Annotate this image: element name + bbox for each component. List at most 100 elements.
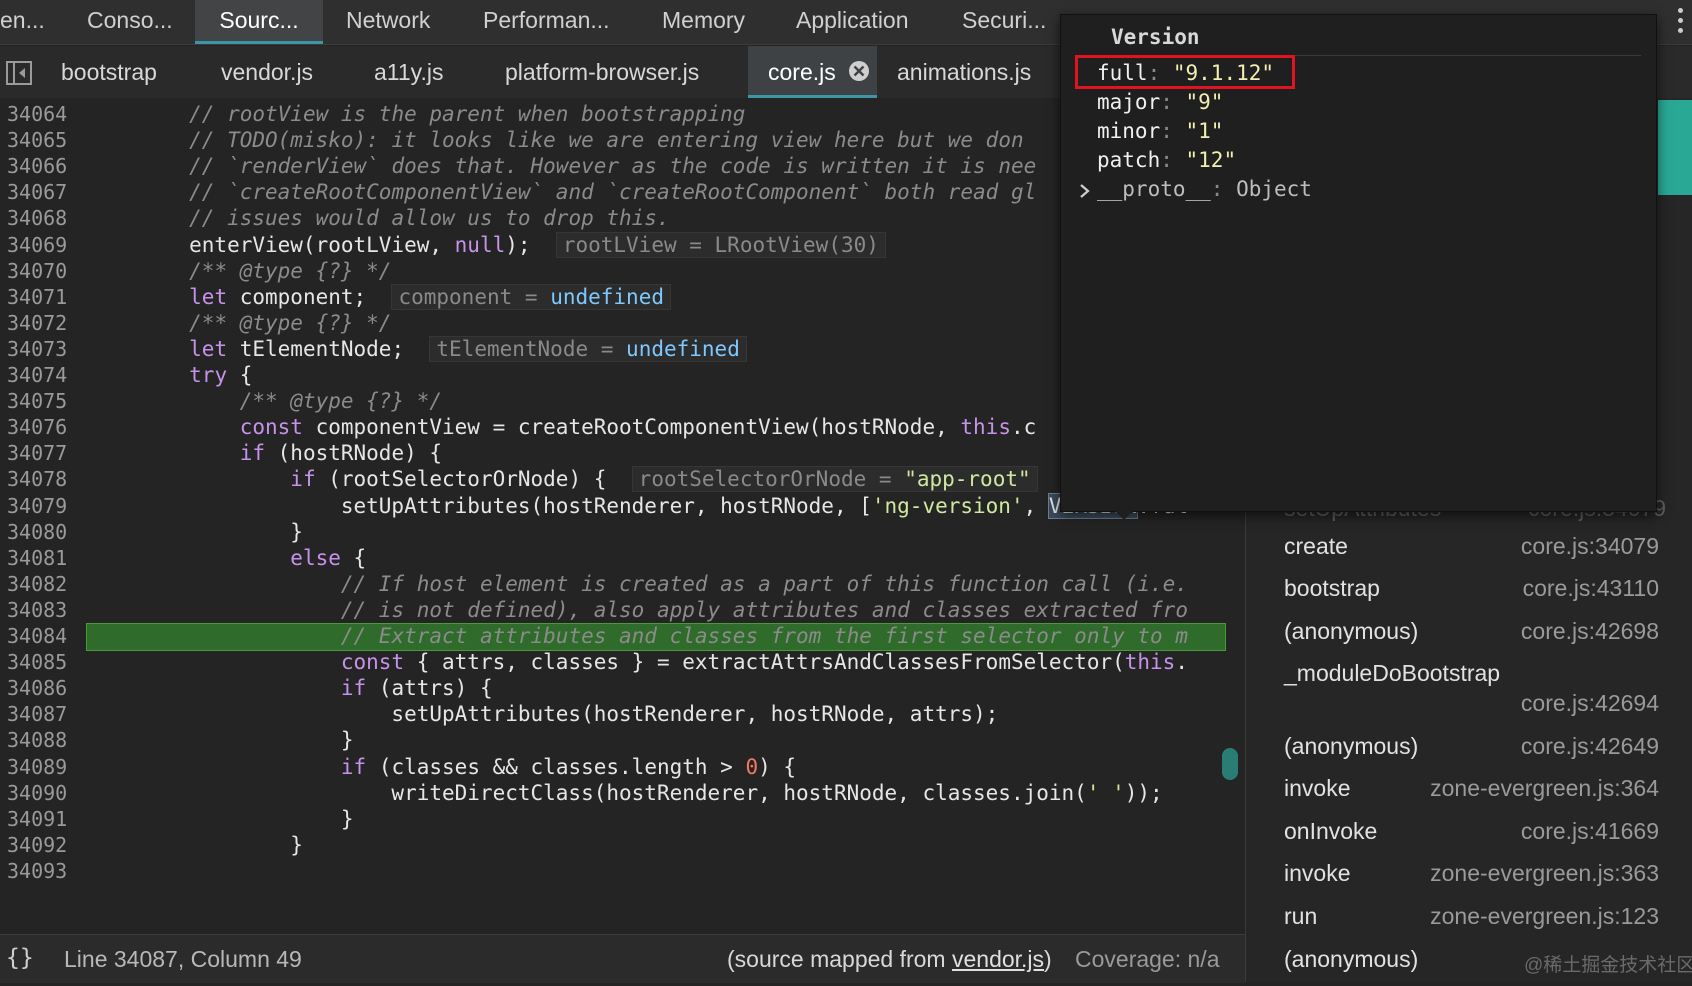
call-frame[interactable]: (anonymous) core.js:42698 [1284, 618, 1659, 658]
call-frame[interactable]: invoke zone-evergreen.js:363 [1284, 860, 1659, 900]
line-number[interactable]: 34090 [7, 779, 77, 807]
code-line[interactable]: 34083 // is not defined), also apply att… [0, 596, 1245, 624]
code-line[interactable]: 34064 // rootView is the parent when boo… [0, 100, 1245, 128]
line-number[interactable]: 34078 [7, 465, 77, 493]
call-frame-location[interactable]: zone-evergreen.js:123 [1430, 903, 1659, 930]
line-number[interactable]: 34082 [7, 570, 77, 598]
call-frame[interactable]: _moduleDoBootstrap core.js:42694 [1284, 660, 1659, 716]
code-editor[interactable]: 34064 // rootView is the parent when boo… [0, 98, 1245, 933]
file-tab-bootstrap[interactable]: bootstrap [61, 46, 157, 98]
line-number[interactable]: 34081 [7, 544, 77, 572]
tab-memory[interactable]: Memory [662, 0, 745, 44]
line-number[interactable]: 34091 [7, 805, 77, 833]
call-frame-location[interactable]: core.js:43110 [1523, 575, 1659, 602]
line-number[interactable]: 34077 [7, 439, 77, 467]
call-frame-location[interactable]: core.js:42694 [1521, 690, 1659, 717]
code-line[interactable]: 34082 // If host element is created as a… [0, 570, 1245, 598]
prop-proto[interactable]: __proto__: Object [1097, 177, 1312, 201]
tab-security[interactable]: Securi... [962, 0, 1046, 44]
code-line[interactable]: 34072 /** @type {?} */ [0, 309, 1245, 337]
file-tab-platform-browser[interactable]: platform-browser.js [505, 46, 699, 98]
code-line[interactable]: 34092 } [0, 831, 1245, 859]
pretty-print-button[interactable]: {} [6, 945, 34, 971]
tab-application[interactable]: Application [796, 0, 909, 44]
code-line[interactable]: 34068 // issues would allow us to drop t… [0, 204, 1245, 232]
code-line[interactable]: 34080 } [0, 518, 1245, 546]
line-number[interactable]: 34067 [7, 178, 77, 206]
code-line[interactable]: 34078 if (rootSelectorOrNode) { rootSele… [0, 465, 1245, 493]
line-number[interactable]: 34071 [7, 283, 77, 311]
call-frame[interactable]: create core.js:34079 [1284, 533, 1659, 573]
line-number[interactable]: 34076 [7, 413, 77, 441]
sidebar-scrollbar[interactable] [1658, 100, 1692, 195]
call-frame-location[interactable]: core.js:41669 [1521, 818, 1659, 845]
code-line[interactable]: 34088 } [0, 726, 1245, 754]
line-number[interactable]: 34075 [7, 387, 77, 415]
call-frame[interactable]: onInvoke core.js:41669 [1284, 818, 1659, 858]
tab-sources[interactable]: Sourc... [195, 0, 323, 44]
code-line[interactable]: 34067 // `createRootComponentView` and `… [0, 178, 1245, 206]
call-frame[interactable]: run zone-evergreen.js:123 [1284, 903, 1659, 943]
line-number[interactable]: 34087 [7, 700, 77, 728]
line-number[interactable]: 34065 [7, 126, 77, 154]
code-line[interactable]: 34066 // `renderView` does that. However… [0, 152, 1245, 180]
line-number[interactable]: 34068 [7, 204, 77, 232]
file-tab-animations[interactable]: animations.js [897, 46, 1031, 98]
call-frame[interactable]: bootstrap core.js:43110 [1284, 575, 1659, 615]
call-frame[interactable]: invoke zone-evergreen.js:364 [1284, 775, 1659, 815]
line-number[interactable]: 34085 [7, 648, 77, 676]
line-number[interactable]: 34074 [7, 361, 77, 389]
expand-chevron-icon[interactable] [1078, 183, 1092, 199]
line-number[interactable]: 34089 [7, 753, 77, 781]
more-options-icon[interactable] [1678, 8, 1684, 38]
code-line[interactable]: 34074 try { [0, 361, 1245, 389]
code-line[interactable]: 34093 [0, 857, 1245, 885]
line-number[interactable]: 34073 [7, 335, 77, 363]
tab-console[interactable]: Conso... [87, 0, 173, 44]
tab-elements[interactable]: en... [0, 0, 45, 44]
line-number[interactable]: 34088 [7, 726, 77, 754]
code-line[interactable]: 34071 let component; component = undefin… [0, 283, 1245, 311]
code-line[interactable]: 34089 if (classes && classes.length > 0)… [0, 753, 1245, 781]
code-line[interactable]: 34076 const componentView = createRootCo… [0, 413, 1245, 441]
code-line[interactable]: 34075 /** @type {?} */ [0, 387, 1245, 415]
file-tab-a11y[interactable]: a11y.js [374, 46, 443, 98]
code-line[interactable]: 34087 setUpAttributes(hostRenderer, host… [0, 700, 1245, 728]
line-number[interactable]: 34084 [7, 622, 77, 650]
line-number[interactable]: 34072 [7, 309, 77, 337]
line-number[interactable]: 34064 [7, 100, 77, 128]
code-line[interactable]: 34085 const { attrs, classes } = extract… [0, 648, 1245, 676]
line-number[interactable]: 34086 [7, 674, 77, 702]
toggle-navigator-icon[interactable] [6, 61, 32, 85]
code-line[interactable]: 34091 } [0, 805, 1245, 833]
code-line[interactable]: 34084 // Extract attributes and classes … [0, 622, 1245, 650]
call-frame-location[interactable]: core.js:42698 [1521, 618, 1659, 645]
line-number[interactable]: 34092 [7, 831, 77, 859]
code-line[interactable]: 34070 /** @type {?} */ [0, 257, 1245, 285]
code-line[interactable]: 34077 if (hostRNode) { [0, 439, 1245, 467]
file-tab-core[interactable]: core.js [748, 46, 877, 98]
call-frame-location[interactable]: core.js:34079 [1521, 533, 1659, 560]
line-number[interactable]: 34070 [7, 257, 77, 285]
code-line[interactable]: 34081 else { [0, 544, 1245, 572]
line-number[interactable]: 34066 [7, 152, 77, 180]
code-line[interactable]: 34086 if (attrs) { [0, 674, 1245, 702]
line-number[interactable]: 34093 [7, 857, 77, 885]
code-line[interactable]: 34079 setUpAttributes(hostRenderer, host… [0, 492, 1245, 520]
code-line[interactable]: 34069 enterView(rootLView, null); rootLV… [0, 231, 1245, 259]
line-number[interactable]: 34080 [7, 518, 77, 546]
call-frame-location[interactable]: zone-evergreen.js:363 [1430, 860, 1659, 887]
line-number[interactable]: 34083 [7, 596, 77, 624]
code-line[interactable]: 34065 // TODO(misko): it looks like we a… [0, 126, 1245, 154]
line-number[interactable]: 34069 [7, 231, 77, 259]
code-line[interactable]: 34090 writeDirectClass(hostRenderer, hos… [0, 779, 1245, 807]
tab-performance[interactable]: Performan... [483, 0, 610, 44]
call-frame-location[interactable]: core.js:42649 [1521, 733, 1659, 760]
close-tab-icon[interactable] [848, 60, 870, 82]
call-frame[interactable]: (anonymous) core.js:42649 [1284, 733, 1659, 773]
source-map-link[interactable]: vendor.js [952, 946, 1044, 972]
tab-network[interactable]: Network [346, 0, 430, 44]
vertical-scrollbar[interactable] [1222, 748, 1238, 780]
call-frame-location[interactable]: zone-evergreen.js:364 [1430, 775, 1659, 802]
file-tab-vendor[interactable]: vendor.js [221, 46, 313, 98]
